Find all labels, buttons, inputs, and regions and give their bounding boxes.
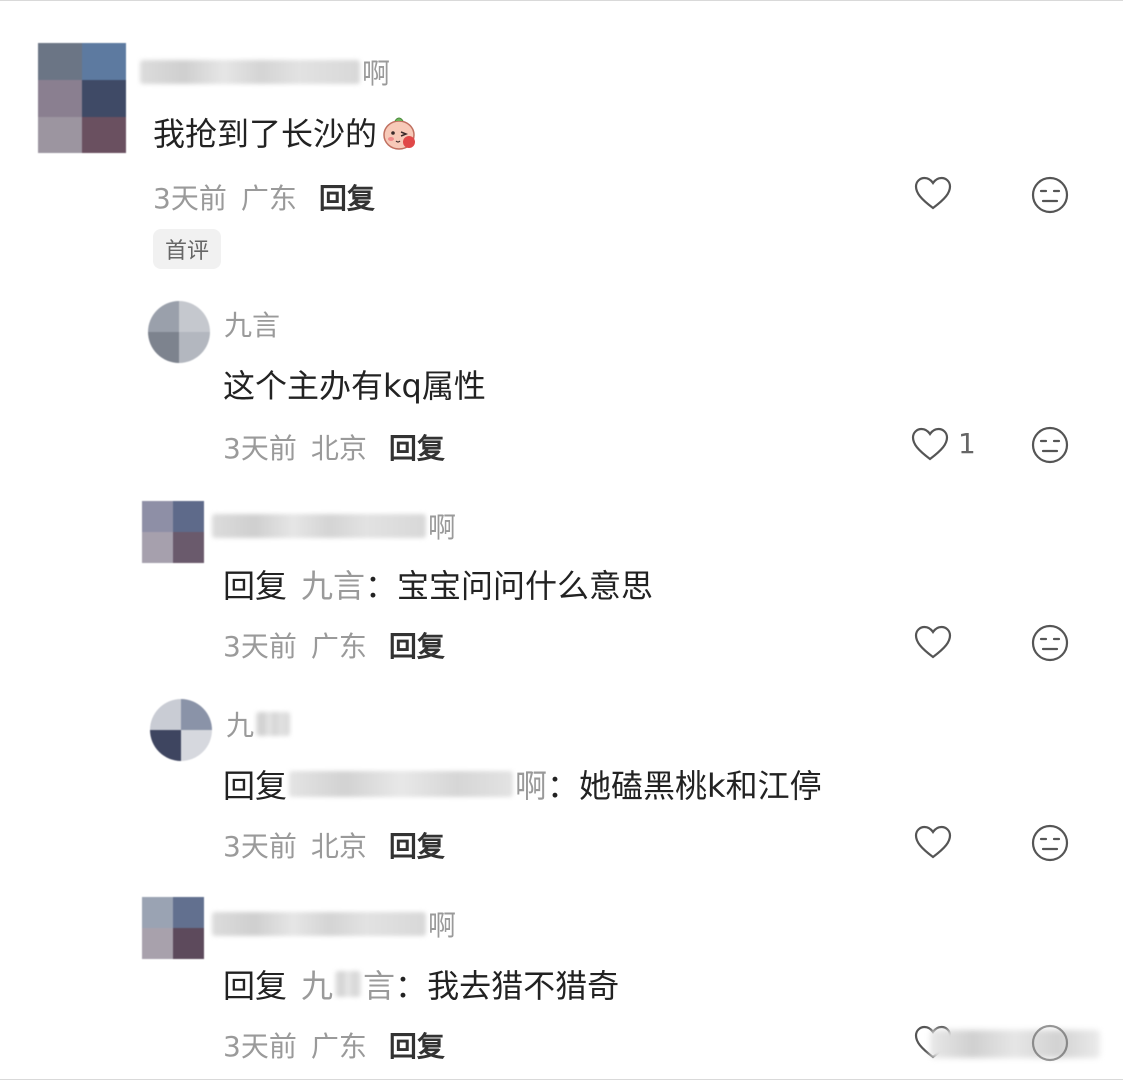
avatar[interactable] (142, 897, 204, 959)
username[interactable]: 九言 (222, 307, 280, 342)
reply-button[interactable]: 回复 (389, 1025, 445, 1065)
heart-icon[interactable] (913, 623, 953, 663)
comment-text: 我抢到了长沙的 (153, 109, 419, 155)
avatar[interactable] (142, 501, 204, 563)
timestamp: 3天前 (223, 1030, 297, 1063)
heart-icon[interactable] (913, 174, 953, 214)
reply-button[interactable]: 回复 (389, 825, 445, 865)
heart-icon[interactable] (913, 823, 953, 863)
comment-meta: 3天前 北京 回复 (223, 825, 445, 865)
comment-text: 回复 啊 ： 她磕黑桃k和江停 (223, 761, 822, 807)
blurred-overlay (930, 1030, 1100, 1058)
timestamp: 3天前 (223, 432, 297, 465)
timestamp: 3天前 (223, 830, 297, 863)
comment-meta: 3天前 广东 回复 (153, 177, 375, 217)
username[interactable]: 九 (224, 707, 291, 742)
dislike-face-icon[interactable] (1030, 175, 1070, 215)
reply-item: 九 回复 啊 ： 她磕黑桃k和江停 3天前 北京 回复 (0, 687, 1123, 887)
dislike-face-icon[interactable] (1030, 623, 1070, 663)
dislike-face-icon[interactable] (1030, 823, 1070, 863)
username[interactable]: 啊 (140, 55, 390, 90)
reply-button[interactable]: 回复 (389, 427, 445, 467)
dislike-face-icon[interactable] (1030, 425, 1070, 465)
avatar[interactable] (148, 301, 210, 363)
reply-item: 九言 这个主办有kq属性 3天前 北京 回复 1 (0, 291, 1123, 487)
comment-text: 回复 九言 ： 宝宝问问什么意思 (223, 561, 653, 607)
blush-emoji-icon (383, 117, 416, 150)
comment-thread: 啊 我抢到了长沙的 3天前 广东 回复 首评 九言 这个主办有kq属性 3天前 … (0, 0, 1123, 1080)
reply-target[interactable]: 九言 (301, 561, 365, 607)
comment-item: 啊 我抢到了长沙的 3天前 广东 回复 首评 (0, 1, 1123, 291)
comment-text: 这个主办有kq属性 (223, 367, 486, 405)
timestamp: 3天前 (223, 630, 297, 663)
first-comment-badge: 首评 (153, 229, 222, 269)
reply-button[interactable]: 回复 (389, 625, 445, 665)
comment-meta: 3天前 广东 回复 (223, 625, 445, 665)
timestamp: 3天前 (153, 182, 227, 215)
avatar[interactable] (150, 699, 212, 761)
reply-button[interactable]: 回复 (319, 177, 375, 217)
avatar[interactable] (38, 43, 126, 153)
reply-target[interactable]: 九 (301, 961, 333, 1007)
blurred-username (335, 971, 362, 997)
location: 北京 (310, 830, 367, 863)
blurred-username (289, 771, 514, 797)
comment-meta: 3天前 北京 回复 (223, 427, 445, 467)
reply-item: 啊 回复 九 言 ： 我去猎不猎奇 3天前 广东 回复 (0, 887, 1123, 1079)
location: 广东 (240, 182, 297, 215)
reply-item: 啊 回复 九言 ： 宝宝问问什么意思 3天前 广东 回复 (0, 487, 1123, 687)
location: 广东 (310, 630, 367, 663)
username[interactable]: 啊 (212, 907, 456, 942)
reply-target[interactable]: 啊 (515, 761, 547, 807)
username[interactable]: 啊 (212, 509, 456, 544)
like-count: 1 (958, 427, 976, 460)
heart-icon[interactable] (910, 425, 950, 465)
location: 北京 (310, 432, 367, 465)
location: 广东 (310, 1030, 367, 1063)
comment-meta: 3天前 广东 回复 (223, 1025, 445, 1065)
comment-text: 回复 九 言 ： 我去猎不猎奇 (223, 961, 619, 1007)
dislike-face-icon[interactable] (1030, 1023, 1070, 1063)
